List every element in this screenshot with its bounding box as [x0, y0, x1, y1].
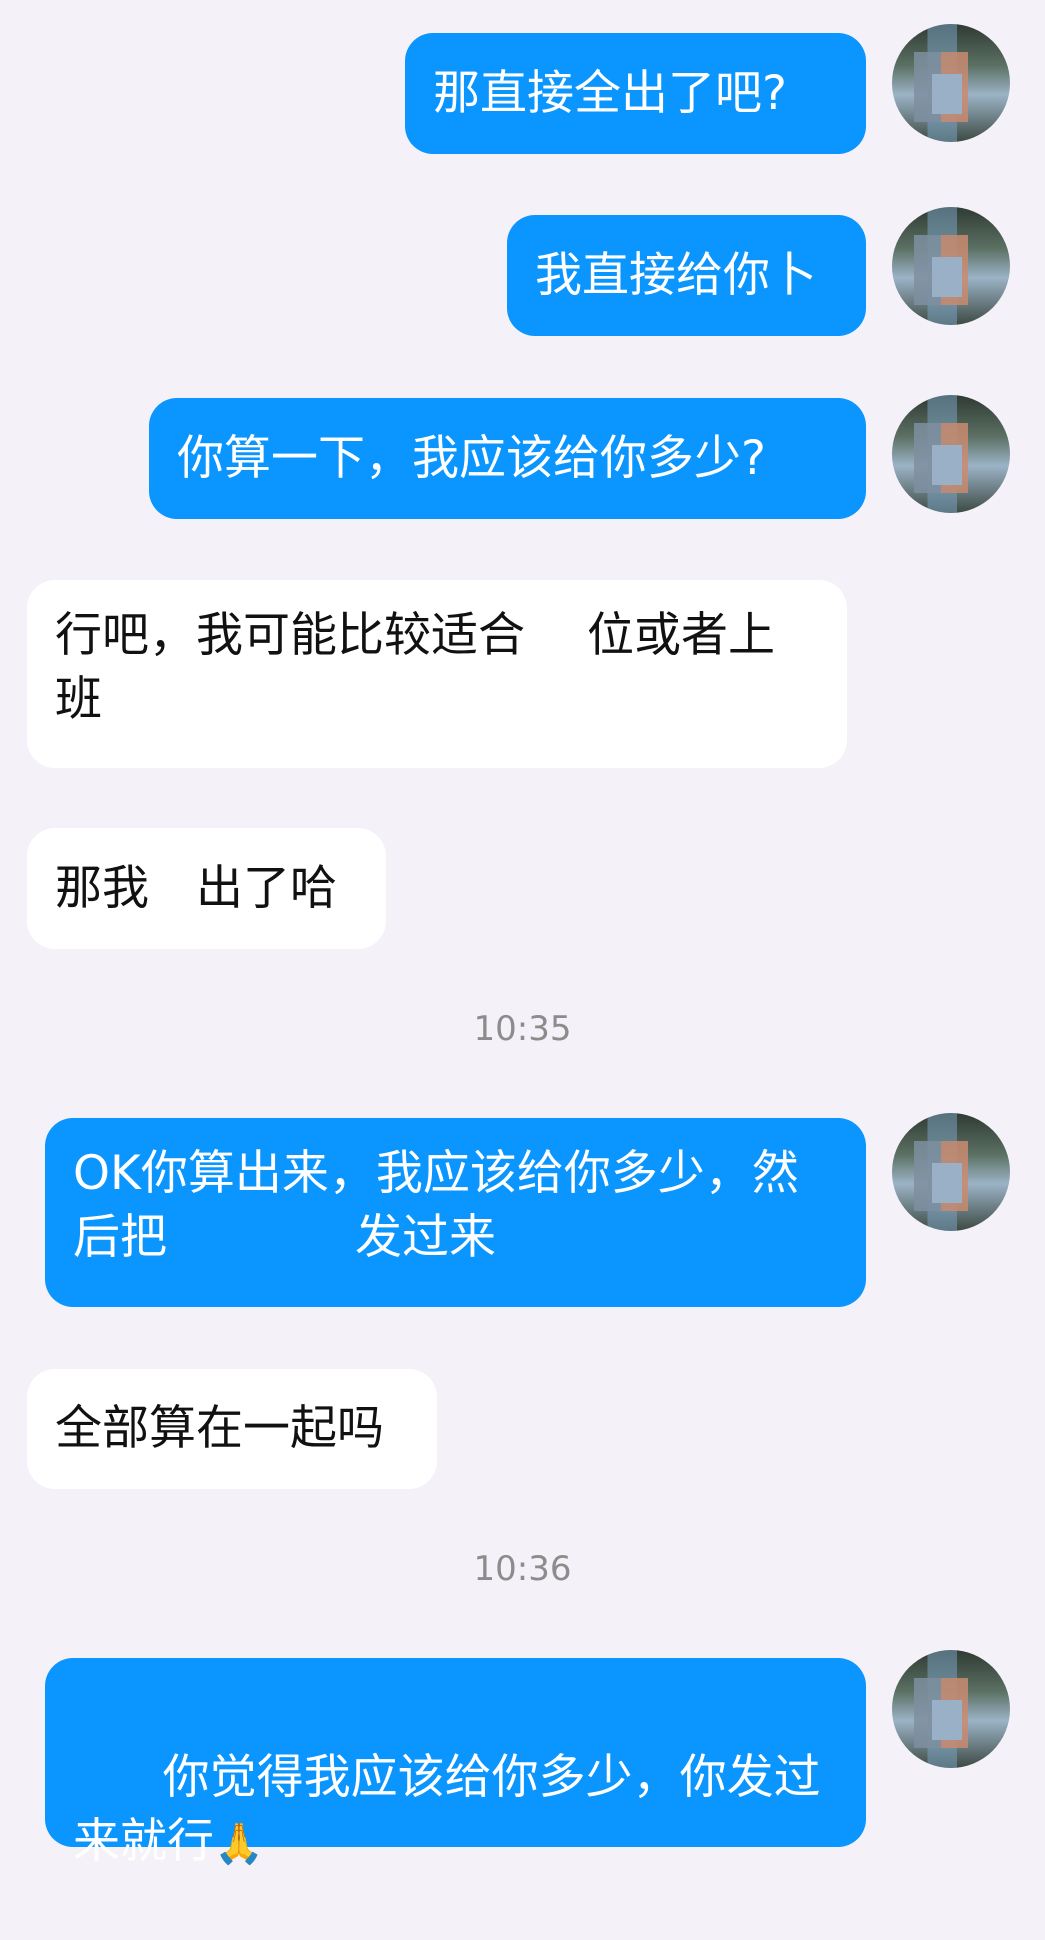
- message-bubble-outgoing[interactable]: OK你算出来，我应该给你多少，然后把 发过来: [45, 1118, 866, 1307]
- timestamp: 10:36: [473, 1549, 572, 1589]
- message-text: 你觉得我应该给你多少，你发过来就行🙏: [73, 1682, 838, 1940]
- avatar[interactable]: [892, 24, 1010, 142]
- chat-thread: 那直接全出了吧? 我直接给你​卜 你算一下，我应该给你多少? 行吧，我可能比较适…: [0, 0, 1045, 1909]
- timestamp: 10:35: [473, 1009, 572, 1049]
- avatar[interactable]: [892, 1650, 1010, 1768]
- avatar[interactable]: [892, 207, 1010, 325]
- message-bubble-incoming[interactable]: 那我 出了哈: [27, 828, 386, 949]
- message-bubble-outgoing[interactable]: 那直接全出了吧?: [405, 33, 866, 154]
- message-bubble-outgoing[interactable]: 我直接给你​卜: [507, 215, 866, 336]
- avatar-mosaic: [932, 257, 962, 297]
- avatar-mosaic: [932, 1700, 962, 1740]
- message-bubble-outgoing[interactable]: 你算一下，我应该给你多少?: [149, 398, 866, 519]
- avatar[interactable]: [892, 1113, 1010, 1231]
- message-bubble-outgoing[interactable]: 你觉得我应该给你多少，你发过来就行🙏: [45, 1658, 866, 1869]
- message-text: 你算一下，我应该给你多少?: [177, 430, 766, 486]
- message-text: 我直接给你​卜: [535, 247, 817, 303]
- avatar-mosaic: [932, 1163, 962, 1203]
- message-text: 行吧，我可能比较适合 位或者上班: [55, 608, 775, 727]
- avatar[interactable]: [892, 395, 1010, 513]
- pray-hands-icon: 🙏: [214, 1821, 264, 1867]
- avatar-mosaic: [932, 445, 962, 485]
- message-bubble-incoming[interactable]: 全部算在一起吗: [27, 1369, 437, 1489]
- message-text: OK你算出来，我应该给你多少，然后把 发过来: [73, 1146, 799, 1265]
- message-text-body: 你觉得我应该给你多少，你发过来就行: [73, 1750, 821, 1869]
- message-text: 那直接全出了吧?: [433, 65, 787, 121]
- avatar-mosaic: [932, 74, 962, 114]
- message-bubble-incoming[interactable]: 行吧，我可能比较适合 位或者上班: [27, 580, 847, 768]
- message-text: 那我 出了哈: [55, 860, 337, 916]
- message-text: 全部算在一起吗: [55, 1401, 384, 1456]
